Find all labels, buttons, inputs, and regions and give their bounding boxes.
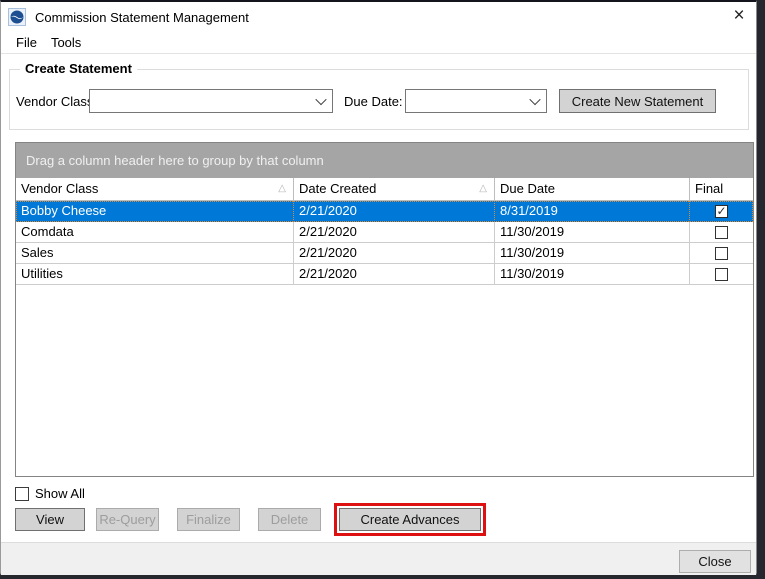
final-checkbox-checked[interactable]: ✓ bbox=[715, 205, 728, 218]
cell-date-created: 2/21/2020 bbox=[294, 201, 495, 222]
table-row[interactable]: Bobby Cheese 2/21/2020 8/31/2019 ✓ bbox=[16, 201, 753, 222]
chevron-down-icon bbox=[524, 90, 546, 112]
show-all-checkbox[interactable] bbox=[15, 487, 29, 501]
cell-date-created: 2/21/2020 bbox=[294, 222, 495, 243]
cell-final: ✓ bbox=[690, 201, 753, 222]
globe-icon bbox=[10, 10, 24, 24]
red-highlight-annotation: Create Advances bbox=[334, 503, 486, 536]
cell-date-created: 2/21/2020 bbox=[294, 243, 495, 264]
column-header-due-date[interactable]: Due Date bbox=[495, 178, 690, 201]
cell-vendor-class: Bobby Cheese bbox=[16, 201, 294, 222]
create-advances-button[interactable]: Create Advances bbox=[339, 508, 481, 531]
app-icon bbox=[8, 8, 26, 26]
table-row[interactable]: Sales 2/21/2020 11/30/2019 bbox=[16, 243, 753, 264]
column-header-date-created[interactable]: Date Created △ bbox=[294, 178, 495, 201]
cell-due-date: 8/31/2019 bbox=[495, 201, 690, 222]
table-row[interactable]: Comdata 2/21/2020 11/30/2019 bbox=[16, 222, 753, 243]
cell-due-date: 11/30/2019 bbox=[495, 264, 690, 285]
cell-vendor-class: Comdata bbox=[16, 222, 294, 243]
create-statement-group-label: Create Statement bbox=[20, 61, 137, 76]
close-icon[interactable]: × bbox=[722, 2, 756, 32]
sort-asc-icon: △ bbox=[278, 178, 286, 200]
column-header-final[interactable]: Final bbox=[690, 178, 753, 201]
sort-asc-icon: △ bbox=[479, 178, 487, 200]
cell-due-date: 11/30/2019 bbox=[495, 243, 690, 264]
menu-tools[interactable]: Tools bbox=[44, 33, 88, 53]
delete-button[interactable]: Delete bbox=[258, 508, 321, 531]
create-new-statement-button[interactable]: Create New Statement bbox=[559, 89, 716, 113]
requery-button[interactable]: Re-Query bbox=[96, 508, 159, 531]
cell-vendor-class: Sales bbox=[16, 243, 294, 264]
column-header-vendor-class[interactable]: Vendor Class △ bbox=[16, 178, 294, 201]
group-by-drop-zone[interactable]: Drag a column header here to group by th… bbox=[16, 143, 753, 178]
cell-vendor-class: Utilities bbox=[16, 264, 294, 285]
cell-final bbox=[690, 222, 753, 243]
cell-final bbox=[690, 264, 753, 285]
background-window-sliver bbox=[757, 0, 765, 579]
cell-final bbox=[690, 243, 753, 264]
chevron-down-icon bbox=[310, 90, 332, 112]
due-date-label: Due Date: bbox=[344, 94, 403, 109]
due-date-combobox[interactable] bbox=[405, 89, 547, 113]
final-checkbox-unchecked[interactable] bbox=[715, 268, 728, 281]
vendor-class-combobox[interactable] bbox=[89, 89, 333, 113]
final-checkbox-unchecked[interactable] bbox=[715, 226, 728, 239]
table-row[interactable]: Utilities 2/21/2020 11/30/2019 bbox=[16, 264, 753, 285]
background-window-sliver bbox=[0, 575, 765, 579]
close-button[interactable]: Close bbox=[679, 550, 751, 573]
cell-date-created: 2/21/2020 bbox=[294, 264, 495, 285]
view-button[interactable]: View bbox=[15, 508, 85, 531]
dialog-footer: Close bbox=[1, 542, 756, 575]
menu-file[interactable]: File bbox=[9, 33, 44, 53]
window-title: Commission Statement Management bbox=[35, 10, 249, 25]
menu-bar: File Tools bbox=[1, 32, 756, 54]
final-checkbox-unchecked[interactable] bbox=[715, 247, 728, 260]
title-bar[interactable]: Commission Statement Management × bbox=[1, 2, 756, 32]
show-all-label: Show All bbox=[35, 486, 85, 501]
cell-due-date: 11/30/2019 bbox=[495, 222, 690, 243]
grid-header-row: Vendor Class △ Date Created △ Due Date F… bbox=[16, 178, 753, 201]
vendor-class-label: Vendor Class: bbox=[16, 94, 97, 109]
statements-grid: Drag a column header here to group by th… bbox=[15, 142, 754, 477]
show-all-control[interactable]: Show All bbox=[15, 486, 85, 501]
commission-statement-dialog: Commission Statement Management × File T… bbox=[0, 0, 757, 575]
finalize-button[interactable]: Finalize bbox=[177, 508, 240, 531]
create-statement-group: Create Statement Vendor Class: Due Date:… bbox=[9, 69, 749, 130]
